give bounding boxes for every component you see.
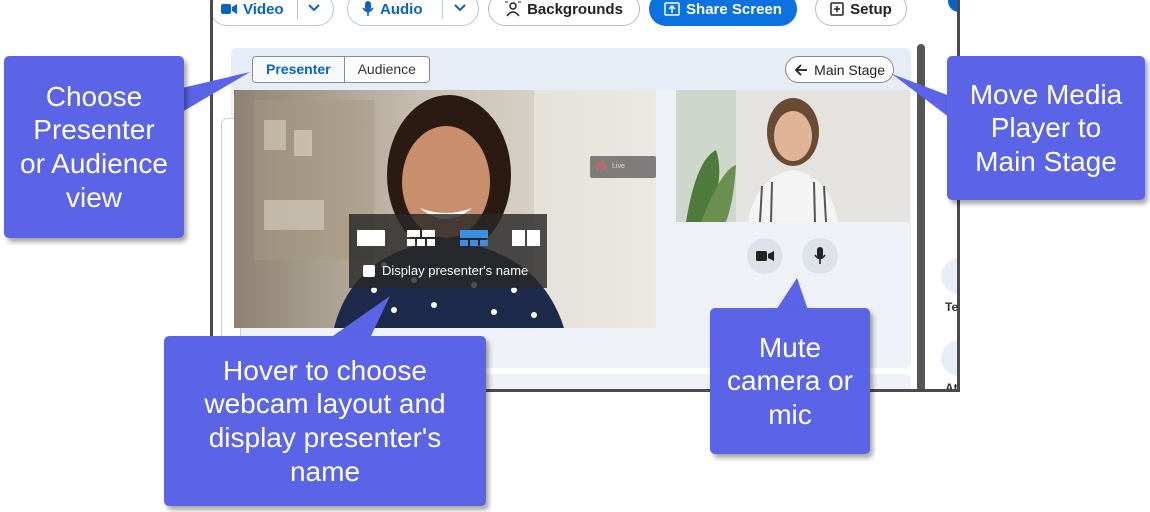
callout-view-toggle-text: Choose Presenter or Audience view [20,80,168,213]
callout-main-stage-text: Move Media Player to Main Stage [969,78,1123,177]
annotated-screenshot: Video Audio Backgrounds Share Screen Set… [0,0,1150,512]
callout-mute-text: Mute camera or mic [726,331,854,430]
callout-view-toggle: Choose Presenter or Audience view [4,56,184,238]
callout-mute: Mute camera or mic [710,308,870,454]
callout-main-stage: Move Media Player to Main Stage [947,56,1145,200]
callout-layout: Hover to choose webcam layout and displa… [164,336,486,506]
callout-layout-text: Hover to choose webcam layout and displa… [204,354,446,487]
